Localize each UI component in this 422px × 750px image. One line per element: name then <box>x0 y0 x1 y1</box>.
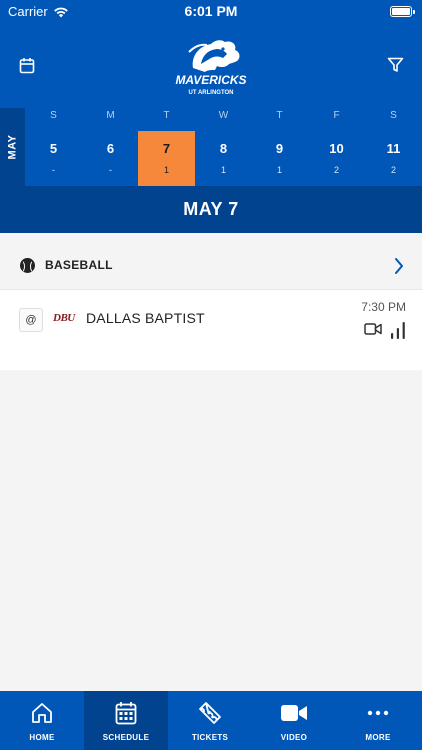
sport-header-row[interactable]: BASEBALL <box>0 233 422 290</box>
calendar-day[interactable]: M 6 - <box>82 108 139 186</box>
opponent-logo: DBU <box>53 312 75 324</box>
tab-label: HOME <box>29 733 55 742</box>
status-bar: Carrier 6:01 PM <box>0 0 422 24</box>
away-indicator: @ <box>19 308 43 332</box>
day-number: 11 <box>386 141 401 156</box>
video-camera-icon[interactable] <box>364 322 382 336</box>
event-count: - <box>52 165 55 175</box>
day-number: 8 <box>219 141 228 156</box>
logo-subtitle: UT ARLINGTON <box>189 90 234 96</box>
event-count: 2 <box>333 165 339 175</box>
tab-video[interactable]: VIDEO <box>252 691 336 750</box>
day-number: 6 <box>106 141 115 156</box>
game-time: 7:30 PM <box>361 300 406 314</box>
mavericks-logo[interactable]: MAVERICKS UT ARLINGTON <box>171 34 251 100</box>
game-list-item[interactable]: @ DBU DALLAS BAPTIST 7:30 PM <box>0 290 422 370</box>
chevron-right-icon[interactable] <box>392 257 406 275</box>
day-number: 7 <box>162 141 171 156</box>
calendar-day-selected[interactable]: T 7 1 <box>138 108 195 186</box>
event-count: 1 <box>163 165 169 175</box>
battery-icon <box>390 6 415 17</box>
calendar-day[interactable]: W 8 1 <box>195 108 252 186</box>
calendar-day[interactable]: S 5 - <box>25 108 82 186</box>
event-count: - <box>109 165 112 175</box>
bottom-tab-bar: HOME SCHEDULE TICKETS VIDEO MORE <box>0 691 422 750</box>
month-label[interactable]: MAY <box>0 108 25 186</box>
tab-tickets[interactable]: TICKETS <box>168 691 252 750</box>
tab-label: VIDEO <box>280 733 308 742</box>
day-of-week: T <box>163 110 170 121</box>
calendar-day[interactable]: S 11 2 <box>365 108 422 186</box>
home-icon <box>32 703 52 723</box>
filter-icon <box>387 57 403 72</box>
filter-button[interactable] <box>382 52 408 78</box>
selected-date-heading: MAY 7 <box>0 186 422 233</box>
opponent-name: DALLAS BAPTIST <box>86 310 205 326</box>
stats-bars-icon[interactable] <box>390 321 406 339</box>
tab-schedule[interactable]: SCHEDULE <box>84 691 168 750</box>
ticket-icon <box>199 702 221 724</box>
tab-label: SCHEDULE <box>102 733 150 742</box>
event-count: 1 <box>220 165 226 175</box>
day-of-week: F <box>333 110 340 121</box>
calendar-icon <box>115 702 137 725</box>
day-of-week: M <box>106 110 115 121</box>
sport-name: BASEBALL <box>45 258 113 272</box>
status-time: 6:01 PM <box>184 3 238 19</box>
selected-day-highlight <box>138 131 195 186</box>
tab-label: TICKETS <box>191 733 229 742</box>
day-of-week: T <box>276 110 283 121</box>
more-dots-icon <box>367 710 389 716</box>
tab-label: MORE <box>365 733 391 742</box>
logo-wordmark: MAVERICKS <box>175 73 246 87</box>
day-of-week: S <box>50 110 57 121</box>
tab-home[interactable]: HOME <box>0 691 84 750</box>
event-count: 1 <box>276 165 282 175</box>
video-camera-icon <box>281 705 307 721</box>
month-text: MAY <box>6 134 19 160</box>
calendar-icon <box>19 57 35 73</box>
day-number: 5 <box>49 141 58 156</box>
day-number: 10 <box>329 141 344 156</box>
baseball-icon <box>20 258 35 273</box>
app-header: MAVERICKS UT ARLINGTON <box>0 24 422 108</box>
event-count: 2 <box>390 165 396 175</box>
day-of-week: W <box>218 110 229 121</box>
day-of-week: S <box>390 110 397 121</box>
day-number: 9 <box>275 141 284 156</box>
tab-more[interactable]: MORE <box>336 691 420 750</box>
calendar-button[interactable] <box>14 52 40 78</box>
week-calendar: MAY S 5 - M 6 - T 7 1 W 8 1 T 9 1 F 10 2… <box>0 108 422 186</box>
calendar-day[interactable]: T 9 1 <box>251 108 308 186</box>
calendar-day[interactable]: F 10 2 <box>308 108 365 186</box>
